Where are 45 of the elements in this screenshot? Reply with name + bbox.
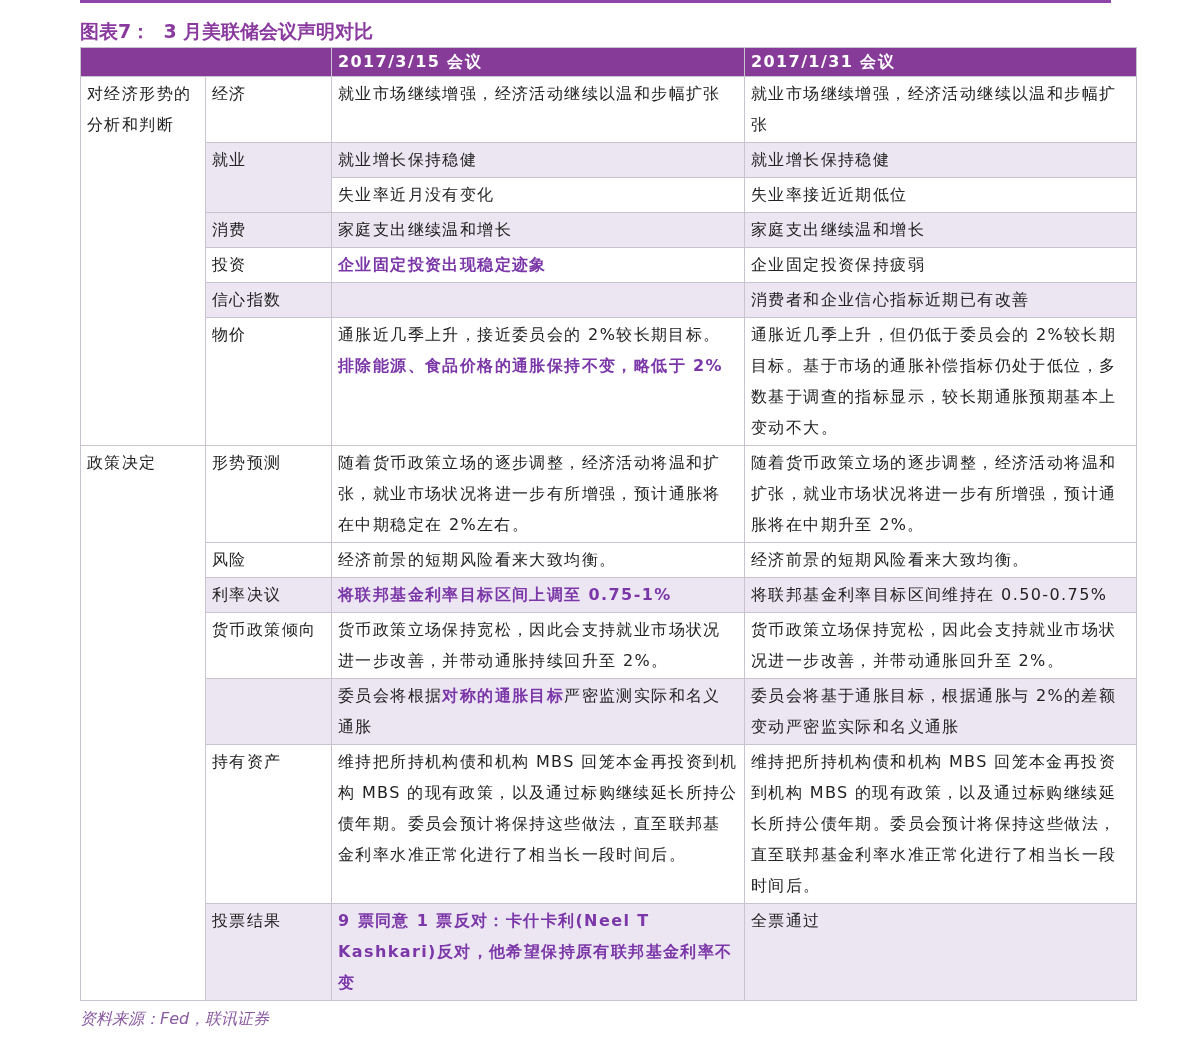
cell-text: 货币政策立场保持宽松，因此会支持就业市场状况进一步改善，并带动通胀回升至 2%。: [751, 619, 1118, 672]
table-cell: 投资: [205, 247, 332, 283]
cell-text: 失业率接近近期低位: [751, 184, 908, 206]
table-cell: 货币政策倾向: [205, 612, 332, 679]
figure-title: 图表7： 3 月美联储会议声明对比: [80, 19, 375, 44]
table-cell: 消费: [205, 212, 332, 248]
table-cell: 风险: [205, 542, 332, 578]
cell-text: 委员会将根据对称的通胀目标严密监测实际和名义通胀: [338, 685, 722, 738]
cell-text: 就业增长保持稳健: [338, 149, 478, 171]
cell-text: 就业市场继续增强，经济活动继续以温和步幅扩张: [338, 83, 721, 105]
cell-text: 就业增长保持稳健: [751, 149, 891, 171]
cell-text: 全票通过: [751, 910, 821, 932]
cell-text: 家庭支出继续温和增长: [338, 219, 512, 241]
cell-text: 9 票同意 1 票反对：卡什卡利(Neel T Kashkari)反对，他希望保持原有联邦基金利率不变: [338, 910, 734, 994]
cell-text: 企业固定投资保持疲弱: [751, 254, 925, 276]
cell-text: 经济前景的短期风险看来大致均衡。: [338, 549, 617, 571]
cell-text: 将联邦基金利率目标区间上调至 0.75-1%: [338, 584, 672, 606]
cell-text: 企业固定投资出现稳定迹象: [338, 254, 547, 276]
cell-text: 将联邦基金利率目标区间维持在 0.50-0.75%: [751, 584, 1108, 606]
cell-text: 消费者和企业信心指标近期已有改善: [751, 289, 1030, 311]
cell-text: 货币政策立场保持宽松，因此会支持就业市场状况进一步改善，并带动通胀持续回升至 2%。: [338, 619, 722, 672]
cell-text: 就业市场继续增强，经济活动继续以温和步幅扩张: [751, 83, 1118, 136]
cell-text: 经济前景的短期风险看来大致均衡。: [751, 549, 1030, 571]
table-cell: 政策决定: [80, 445, 206, 1001]
table-cell: 信心指数: [205, 282, 332, 318]
cell-text: 维持把所持机构债和机构 MBS 回笼本金再投资到机构 MBS 的现有政策，以及通过标购继续延长所持公债年期。委员会预计将保持这些做法，直至联邦基金利率水准正常化进行了相当长一段时间后。: [338, 751, 738, 866]
cell-text: 通胀近几季上升，但仍低于委员会的 2%较长期目标。基于市场的通胀补偿指标仍处于低位，多数基于调查的指标显示，较长期通胀预期基本上变动不大。: [751, 324, 1118, 439]
table-cell: 持有资产: [205, 744, 332, 904]
source-note: 资料来源：Fed，联讯证券: [80, 1008, 271, 1030]
cell-text: 通胀近几季上升，接近委员会的 2%较长期目标。排除能源、食品价格的通胀保持不变，略低于 2%: [338, 324, 724, 377]
table-cell: 形势预测: [205, 445, 332, 543]
cell-text: 失业率近月没有变化: [338, 184, 495, 206]
cell-text: 委员会将基于通胀目标，根据通胀与 2%的差额变动严密监实际和名义通胀: [751, 685, 1118, 738]
cell-text: 家庭支出继续温和增长: [751, 219, 925, 241]
table-cell: 物价: [205, 317, 332, 446]
table-cell: 对经济形势的分析和判断: [80, 76, 206, 446]
table-cell: 就业: [205, 142, 332, 213]
cell-text: 维持把所持机构债和机构 MBS 回笼本金再投资到机构 MBS 的现有政策，以及通过标购继续延长所持公债年期。委员会预计将保持这些做法，直至联邦基金利率水准正常化进行了相当长一段时间后。: [751, 751, 1118, 897]
table-cell: 投票结果: [205, 903, 332, 1001]
header-cell: 2017/3/15 会议: [331, 47, 745, 77]
cell-text: 随着货币政策立场的逐步调整，经济活动将温和扩张，就业市场状况将进一步有所增强，预计通胀将在中期升至 2%。: [751, 452, 1118, 536]
table-cell: 利率决议: [205, 577, 332, 613]
cell-text: 随着货币政策立场的逐步调整，经济活动将温和扩张，就业市场状况将进一步有所增强，预计通胀将在中期稳定在 2%左右。: [338, 452, 722, 536]
table-cell: 经济: [205, 76, 332, 143]
header-cell: 2017/1/31 会议: [744, 47, 1137, 77]
